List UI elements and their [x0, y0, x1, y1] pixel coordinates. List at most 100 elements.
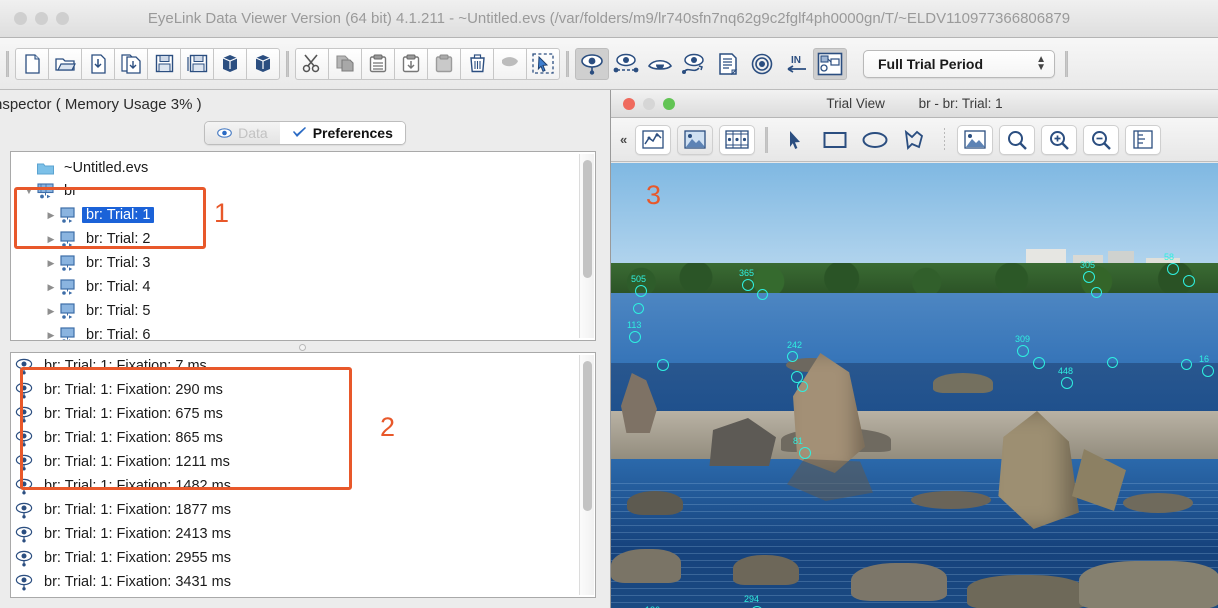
pane-splitter[interactable] [10, 343, 596, 351]
tree-root-row[interactable]: ~Untitled.evs [11, 157, 595, 179]
import-multiple-icon[interactable] [114, 47, 148, 80]
tab-preferences[interactable]: Preferences [279, 122, 405, 144]
fixation-list-item[interactable]: br: Trial: 1: Fixation: 675 ms [11, 402, 595, 426]
tab-data[interactable]: Data [205, 122, 280, 144]
tree-item-trial-2[interactable]: ▶ br: Trial: 2 [11, 227, 595, 251]
clipboard-disabled-icon[interactable] [427, 47, 461, 80]
twisty-collapsed-icon[interactable]: ▶ [43, 282, 59, 293]
zoom-out-icon[interactable] [1083, 124, 1120, 155]
target-icon[interactable] [745, 48, 779, 80]
eye-saccade-icon[interactable] [609, 48, 643, 80]
tree-scrollbar[interactable] [579, 154, 594, 338]
fixation-scrollbar[interactable] [579, 355, 594, 595]
fixation-list-item[interactable]: br: Trial: 1: Fixation: 3431 ms [11, 570, 595, 594]
fixation-marker[interactable] [742, 279, 754, 291]
trash-icon[interactable] [460, 47, 494, 80]
export-box-icon[interactable] [213, 47, 247, 80]
interest-in-icon[interactable]: IN [779, 48, 813, 80]
select-pointer-icon[interactable] [526, 47, 560, 80]
zoom-reset-icon[interactable] [999, 124, 1036, 155]
image-fit-icon[interactable] [957, 124, 994, 155]
data-tree-pane[interactable]: ~Untitled.evs ▼ br ▶ br: Trial: 1 ▶ br: … [10, 151, 596, 341]
fixation-marker[interactable] [657, 359, 669, 371]
fixation-marker[interactable] [1061, 377, 1073, 389]
eye-scanpath-icon[interactable] [677, 48, 711, 80]
fixation-marker[interactable] [1167, 263, 1179, 275]
temporal-graph-icon[interactable] [635, 124, 672, 155]
export-box-2-icon[interactable] [246, 47, 280, 80]
fixation-scrollbar-thumb[interactable] [583, 361, 592, 511]
fixation-marker[interactable] [1017, 345, 1029, 357]
toolbar-grip-2[interactable] [286, 50, 289, 77]
splitter-knob[interactable] [299, 344, 306, 351]
fixation-marker[interactable] [1033, 357, 1045, 369]
fixation-marker[interactable] [1107, 357, 1118, 368]
zoom-in-icon[interactable] [1041, 124, 1078, 155]
twisty-collapsed-icon[interactable]: ▶ [43, 210, 59, 221]
arrow-select-icon[interactable] [778, 125, 812, 155]
scissors-icon[interactable] [295, 47, 329, 80]
fixation-marker[interactable] [797, 381, 808, 392]
save-as-icon[interactable] [180, 47, 214, 80]
trial-period-select[interactable]: Full Trial Period ▲ ▼ [863, 49, 1055, 78]
fixation-marker[interactable] [1091, 287, 1102, 298]
fixation-marker[interactable] [799, 447, 811, 459]
toolbar-grip-3[interactable] [566, 50, 569, 77]
ruler-icon[interactable] [1125, 124, 1162, 155]
fixation-marker[interactable] [1183, 275, 1195, 287]
save-icon[interactable] [147, 47, 181, 80]
fixation-list-item[interactable]: br: Trial: 1: Fixation: 865 ms [11, 426, 595, 450]
fixation-list-item[interactable]: br: Trial: 1: Fixation: 3851 ms [11, 594, 595, 597]
fixation-list-item[interactable]: br: Trial: 1: Fixation: 1877 ms [11, 498, 595, 522]
tree-scrollbar-thumb[interactable] [583, 160, 592, 278]
twisty-collapsed-icon[interactable]: ▶ [43, 330, 59, 341]
twisty-collapsed-icon[interactable]: ▶ [43, 258, 59, 269]
fixation-list-item[interactable]: br: Trial: 1: Fixation: 290 ms [11, 378, 595, 402]
twisty-collapsed-icon[interactable]: ▶ [43, 306, 59, 317]
interest-area-icon[interactable] [813, 47, 847, 80]
trial-view-window: Trial View br - br: Trial: 1 « 505 113 3… [611, 90, 1218, 608]
fixation-list-item[interactable]: br: Trial: 1: Fixation: 1482 ms [11, 474, 595, 498]
fixation-list-item[interactable]: br: Trial: 1: Fixation: 2413 ms [11, 522, 595, 546]
fixation-marker[interactable] [757, 289, 768, 300]
fixation-marker[interactable] [633, 303, 644, 314]
fixation-marker[interactable] [787, 351, 798, 362]
new-document-icon[interactable] [15, 47, 49, 80]
report-icon[interactable] [711, 48, 745, 80]
collapse-chevron-icon[interactable]: « [615, 132, 632, 147]
toolbar-grip[interactable] [6, 50, 9, 77]
paste-clipboard-icon[interactable] [361, 47, 395, 80]
copy-icon[interactable] [328, 47, 362, 80]
fixation-marker[interactable] [1083, 271, 1095, 283]
tree-item-trial-5[interactable]: ▶ br: Trial: 5 [11, 299, 595, 323]
spatial-overlay-icon[interactable] [677, 124, 714, 155]
import-file-icon[interactable] [81, 47, 115, 80]
fixation-marker[interactable] [629, 331, 641, 343]
paste-special-icon[interactable] [394, 47, 428, 80]
fixation-marker[interactable] [1181, 359, 1192, 370]
tree-item-trial-1[interactable]: ▶ br: Trial: 1 [11, 203, 595, 227]
animation-playback-icon[interactable] [719, 124, 756, 155]
fixation-marker[interactable] [635, 285, 647, 297]
fixation-list-item-label: br: Trial: 1: Fixation: 1211 ms [44, 454, 230, 470]
fixation-list-item[interactable]: br: Trial: 1: Fixation: 7 ms [11, 354, 595, 378]
twisty-expanded-icon[interactable]: ▼ [21, 186, 37, 196]
tree-item-trial-4[interactable]: ▶ br: Trial: 4 [11, 275, 595, 299]
open-folder-icon[interactable] [48, 47, 82, 80]
eye-fixation-icon[interactable] [575, 47, 609, 80]
twisty-collapsed-icon[interactable]: ▶ [43, 234, 59, 245]
rectangle-tool-icon[interactable] [818, 125, 852, 155]
tree-group-row[interactable]: ▼ br [11, 179, 595, 203]
trial-view-canvas[interactable]: 505 113 365 242 309 448 305 58 16 81 294… [611, 163, 1218, 608]
toolbar-grip-4[interactable] [1065, 50, 1068, 77]
fixation-list-item[interactable]: br: Trial: 1: Fixation: 2955 ms [11, 546, 595, 570]
freehand-tool-icon[interactable] [898, 125, 932, 155]
ellipse-tool-icon[interactable] [858, 125, 892, 155]
tree-item-trial-6[interactable]: ▶ br: Trial: 6 [11, 323, 595, 341]
eye-blink-icon[interactable] [643, 48, 677, 80]
fixation-list-item[interactable]: br: Trial: 1: Fixation: 1211 ms [11, 450, 595, 474]
shape-icon[interactable] [493, 47, 527, 80]
fixation-marker[interactable] [1202, 365, 1214, 377]
fixation-list-pane[interactable]: br: Trial: 1: Fixation: 7 ms br: Trial: 1… [10, 352, 596, 598]
tree-item-trial-3[interactable]: ▶ br: Trial: 3 [11, 251, 595, 275]
